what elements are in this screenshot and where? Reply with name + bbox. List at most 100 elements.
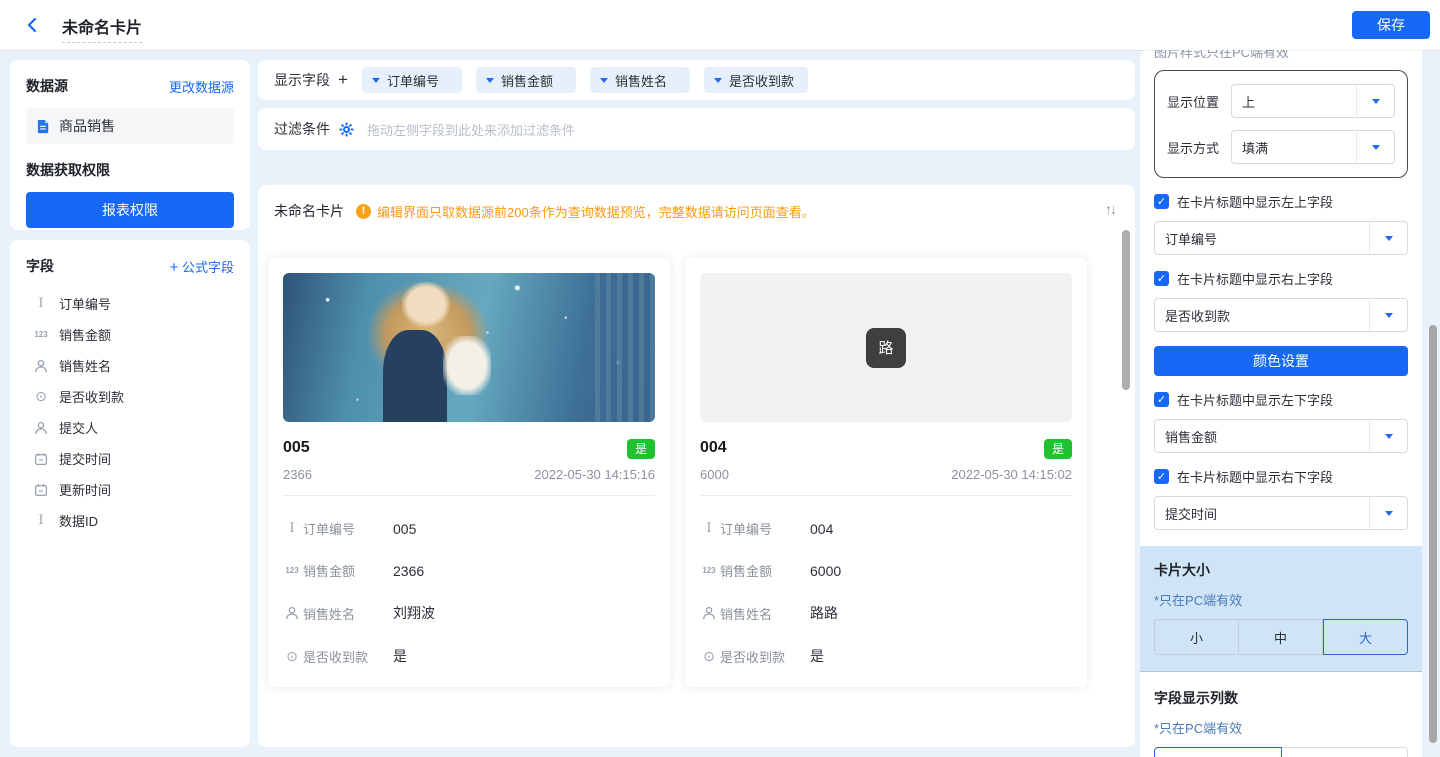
sort-icon[interactable]: ↑↓ bbox=[1101, 197, 1119, 221]
back-icon[interactable] bbox=[24, 16, 42, 39]
card-subtitle: 6000 bbox=[700, 467, 729, 482]
card-field-row: I 订单编号 004 bbox=[700, 519, 1072, 538]
preview-scrollbar[interactable] bbox=[1122, 230, 1130, 390]
checkbox-checked-icon[interactable]: ✓ bbox=[1154, 194, 1169, 209]
calendar-icon bbox=[32, 452, 50, 466]
number-icon: 123 bbox=[34, 330, 48, 339]
chip-label: 销售金额 bbox=[500, 73, 553, 89]
illustration-sleeve bbox=[442, 335, 492, 396]
chevron-down-icon bbox=[485, 77, 494, 83]
card-field-row: ⊙ 是否收到款 是 bbox=[283, 646, 655, 666]
field-item-order-no[interactable]: I 订单编号 bbox=[26, 288, 234, 319]
chevron-down-icon bbox=[1356, 131, 1394, 163]
display-fields-bar: 显示字段 + 订单编号 销售金额 销售姓名 是否收到款 bbox=[258, 60, 1135, 100]
field-item-submitter[interactable]: 提交人 bbox=[26, 412, 234, 443]
fields-title: 字段 bbox=[26, 258, 54, 274]
illustration-vest bbox=[383, 329, 447, 422]
checkbox-checked-icon[interactable]: ✓ bbox=[1154, 271, 1169, 286]
radio-icon: ⊙ bbox=[703, 647, 715, 664]
illustration-face bbox=[402, 281, 451, 327]
card-field-row: 销售姓名 刘翔波 bbox=[283, 603, 655, 623]
warning-icon: ! bbox=[356, 203, 371, 219]
card-field-row: ⊙ 是否收到款 是 bbox=[700, 646, 1072, 666]
field-item-sales-name[interactable]: 销售姓名 bbox=[26, 350, 234, 381]
pc-only-note: *只在PC端有效 bbox=[1154, 593, 1243, 608]
fields-panel: 字段 + 公式字段 I 订单编号 123 销售金额 销售姓名 ⊙ 是否收到款 提… bbox=[10, 240, 250, 747]
display-field-chip-order-no[interactable]: 订单编号 bbox=[361, 67, 462, 93]
checkbox-checked-icon[interactable]: ✓ bbox=[1154, 469, 1169, 484]
field-label: 销售金额 bbox=[59, 328, 112, 343]
top-left-field-select[interactable]: 订单编号 bbox=[1154, 221, 1408, 255]
card-size-option-large[interactable]: 大 bbox=[1323, 619, 1408, 655]
add-formula-field-link[interactable]: + 公式字段 bbox=[170, 257, 234, 276]
fit-label: 显示方式 bbox=[1167, 140, 1220, 156]
change-datasource-link[interactable]: 更改数据源 bbox=[169, 77, 234, 96]
card-field-label: 销售金额 bbox=[720, 564, 773, 579]
field-label: 更新时间 bbox=[59, 483, 112, 498]
position-select-value: 上 bbox=[1242, 94, 1256, 110]
window-scrollbar[interactable] bbox=[1429, 325, 1437, 743]
card-size-option-small[interactable]: 小 bbox=[1154, 619, 1239, 655]
file-icon bbox=[36, 119, 51, 134]
text-icon: I bbox=[706, 521, 712, 536]
preview-card-005[interactable]: 005 是 2366 2022-05-30 14:15:16 I 订单编号 00… bbox=[268, 258, 670, 687]
field-item-data-id[interactable]: I 数据ID bbox=[26, 505, 234, 536]
columns-option-two[interactable]: 2列 bbox=[1281, 747, 1408, 757]
top-right-field-select[interactable]: 是否收到款 bbox=[1154, 298, 1408, 332]
toggle-top-left-field[interactable]: ✓ 在卡片标题中显示左上字段 bbox=[1154, 192, 1408, 211]
toggle-top-right-field[interactable]: ✓ 在卡片标题中显示右上字段 bbox=[1154, 269, 1408, 288]
card-date: 2022-05-30 14:15:02 bbox=[951, 467, 1072, 482]
chip-label: 订单编号 bbox=[386, 73, 439, 89]
add-display-field-button[interactable]: + bbox=[338, 70, 348, 90]
datasource-item[interactable]: 商品销售 bbox=[26, 108, 234, 144]
field-item-update-time[interactable]: 更新时间 bbox=[26, 474, 234, 505]
preview-card-004[interactable]: 路 004 是 6000 2022-05-30 14:15:02 I 订单编号 … bbox=[685, 258, 1087, 687]
field-list: I 订单编号 123 销售金额 销售姓名 ⊙ 是否收到款 提交人 提交时间 更新… bbox=[26, 288, 234, 536]
card-subtitle: 2366 bbox=[283, 467, 312, 482]
field-label: 是否收到款 bbox=[59, 390, 125, 405]
card-size-option-medium[interactable]: 中 bbox=[1239, 619, 1323, 655]
card-preview-panel: 未命名卡片 ! 编辑界面只取数据源前200条作为查询数据预览，完整数据请访问页面… bbox=[258, 185, 1135, 747]
toggle-bottom-right-field[interactable]: ✓ 在卡片标题中显示右下字段 bbox=[1154, 467, 1408, 486]
display-field-chip-sales-amount[interactable]: 销售金额 bbox=[475, 67, 576, 93]
preview-warning-text: 编辑界面只取数据源前200条作为查询数据预览，完整数据请访问页面查看。 bbox=[377, 204, 815, 220]
pc-only-note: *只在PC端有效 bbox=[1154, 721, 1243, 736]
field-item-submit-time[interactable]: 提交时间 bbox=[26, 443, 234, 474]
preview-title: 未命名卡片 bbox=[274, 203, 344, 219]
toggle-label: 在卡片标题中显示右上字段 bbox=[1177, 272, 1334, 287]
card-field-label: 销售金额 bbox=[303, 564, 356, 579]
card-image-illustration bbox=[283, 273, 655, 422]
field-item-sales-amount[interactable]: 123 销售金额 bbox=[26, 319, 234, 350]
toggle-bottom-left-field[interactable]: ✓ 在卡片标题中显示左下字段 bbox=[1154, 390, 1408, 409]
fit-select[interactable]: 填满 bbox=[1231, 130, 1395, 164]
card-size-segmented: 小 中 大 bbox=[1154, 619, 1408, 655]
columns-option-one[interactable]: 1列 bbox=[1154, 747, 1282, 757]
filter-label: 过滤条件 bbox=[274, 121, 330, 137]
card-field-value: 路路 bbox=[810, 605, 838, 621]
filter-bar: 过滤条件 拖动左侧字段到此处来添加过滤条件 bbox=[258, 108, 1135, 150]
card-field-label: 订单编号 bbox=[720, 522, 773, 537]
chevron-down-icon bbox=[1369, 299, 1407, 331]
page-title[interactable]: 未命名卡片 bbox=[62, 14, 143, 43]
color-settings-button[interactable]: 颜色设置 bbox=[1154, 346, 1408, 376]
position-select[interactable]: 上 bbox=[1231, 84, 1395, 118]
field-item-payment-received[interactable]: ⊙ 是否收到款 bbox=[26, 381, 234, 412]
report-permission-button[interactable]: 报表权限 bbox=[26, 192, 234, 228]
checkbox-checked-icon[interactable]: ✓ bbox=[1154, 392, 1169, 407]
display-field-chip-sales-name[interactable]: 销售姓名 bbox=[589, 67, 690, 93]
permission-title: 数据获取权限 bbox=[26, 162, 110, 178]
card-field-label: 是否收到款 bbox=[303, 649, 369, 665]
illustration-curtain bbox=[595, 273, 655, 422]
text-icon: I bbox=[38, 513, 44, 528]
save-button[interactable]: 保存 bbox=[1352, 11, 1430, 39]
bottom-left-field-select[interactable]: 销售金额 bbox=[1154, 419, 1408, 453]
chevron-down-icon bbox=[1369, 420, 1407, 452]
card-field-value: 004 bbox=[810, 520, 834, 537]
gear-icon[interactable] bbox=[339, 121, 354, 137]
calendar-icon bbox=[32, 483, 50, 497]
display-field-chip-payment-received[interactable]: 是否收到款 bbox=[703, 67, 808, 93]
select-value: 订单编号 bbox=[1165, 231, 1218, 247]
bottom-right-field-select[interactable]: 提交时间 bbox=[1154, 496, 1408, 530]
select-value: 提交时间 bbox=[1165, 506, 1218, 522]
card-field-value: 2366 bbox=[393, 562, 425, 579]
